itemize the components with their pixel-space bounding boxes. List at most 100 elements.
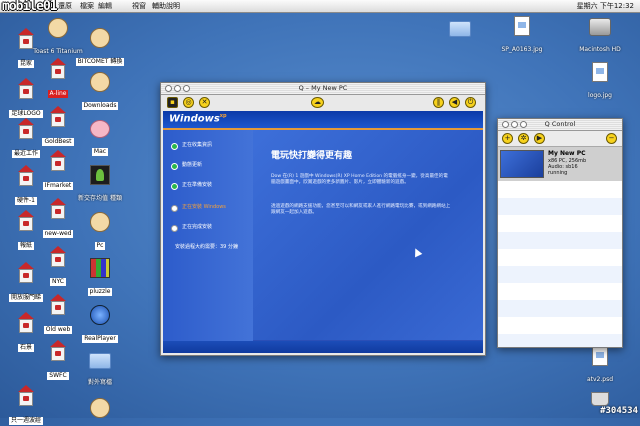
desktop-icon[interactable] bbox=[68, 398, 132, 418]
desktop-icon-label: 新交存均值 種類 bbox=[78, 195, 122, 202]
desktop-icon-label: 只一週波經 bbox=[8, 417, 43, 425]
desktop-icon[interactable]: RealPlayer bbox=[68, 305, 132, 344]
milk-carton-icon bbox=[49, 150, 67, 172]
puzzle-icon bbox=[90, 258, 110, 278]
xp-setup-header: Windowsxp bbox=[163, 111, 483, 130]
window-titlebar[interactable]: Q Control bbox=[498, 119, 622, 131]
setup-info-panel: 電玩快打變得更有趣 Dow 在(R) 1 遊戲中 Windows(R) XP H… bbox=[253, 130, 483, 340]
desktop-icon[interactable]: BITCOMET 轉換 bbox=[68, 28, 132, 67]
desktop-icon-label: Pc bbox=[94, 242, 106, 250]
desktop-icon-label: BITCOMET 轉換 bbox=[75, 58, 125, 66]
time-remaining: 安裝過程大約需要：39 分鐘 bbox=[175, 244, 238, 250]
desktop-icon[interactable] bbox=[428, 18, 492, 37]
milk-carton-icon bbox=[49, 198, 67, 220]
window-title: Q – My New PC bbox=[298, 84, 348, 92]
desktop-icon-label: 對外寫檔 bbox=[87, 379, 112, 386]
desktop-icon[interactable]: Macintosh HD bbox=[568, 16, 632, 55]
hard-drive-icon bbox=[589, 18, 611, 36]
menu-help[interactable]: 輔助說明 bbox=[152, 0, 180, 12]
vm-list-item[interactable]: My New PC x86 PC, 256mb Audio: sb16 runn… bbox=[498, 147, 622, 181]
gear-icon[interactable]: ✲ bbox=[518, 133, 529, 144]
pause-icon[interactable]: ‖ bbox=[433, 97, 444, 108]
vm-list-empty bbox=[498, 181, 622, 347]
desktop-icon-label: A-line bbox=[47, 90, 69, 98]
setup-paragraph: Dow 在(R) 1 遊戲中 Windows(R) XP Home Editio… bbox=[271, 174, 448, 185]
plant-icon bbox=[90, 165, 110, 185]
desktop-icon[interactable]: 對外寫檔 bbox=[68, 350, 132, 388]
milk-carton-icon bbox=[49, 246, 67, 268]
vm-thumbnail bbox=[500, 150, 544, 178]
desktop-icon[interactable]: Pc bbox=[68, 212, 132, 251]
control-toolbar: + ✲ ▶ − bbox=[498, 131, 622, 147]
window-titlebar[interactable]: Q – My New PC bbox=[161, 83, 485, 95]
remove-icon[interactable]: − bbox=[606, 133, 617, 144]
menu-restore[interactable]: 還原 bbox=[58, 0, 72, 12]
window-toolbar: ▪ ◎ ✕ ☁ ‖ ◀ ⏻ bbox=[161, 95, 485, 110]
mouse-cursor-icon bbox=[411, 246, 423, 258]
cat-icon bbox=[90, 212, 110, 232]
folder-icon bbox=[449, 21, 471, 37]
trash-icon bbox=[591, 392, 609, 406]
cup-icon bbox=[90, 398, 110, 418]
milk-carton-icon bbox=[17, 385, 35, 407]
check-icon bbox=[171, 163, 178, 170]
image-file-icon bbox=[592, 62, 608, 82]
network-icon[interactable]: ☁ bbox=[311, 97, 324, 108]
floppy-icon[interactable]: ▪ bbox=[167, 97, 178, 108]
progress-dots bbox=[429, 344, 459, 353]
desktop-icon[interactable]: Downloads bbox=[68, 72, 132, 111]
desktop-icon[interactable]: Mac bbox=[68, 120, 132, 157]
watermark: #304534 bbox=[600, 406, 638, 416]
bitcomet-icon bbox=[90, 28, 110, 48]
q-control-window: Q Control + ✲ ▶ − My New PC x86 PC, 256m… bbox=[497, 118, 623, 348]
check-icon bbox=[171, 143, 178, 150]
desktop-icon-label: Macintosh HD bbox=[579, 46, 621, 53]
vm-status: running bbox=[548, 170, 568, 176]
menu-edit[interactable]: 編輯 bbox=[98, 0, 112, 12]
cdrom-icon[interactable]: ◎ bbox=[183, 97, 194, 108]
setup-headline: 電玩快打變得更有趣 bbox=[271, 151, 353, 161]
desktop-icon[interactable]: SP_A0163.jpg bbox=[490, 16, 554, 55]
desktop-icon[interactable] bbox=[568, 388, 632, 406]
check-icon bbox=[171, 183, 178, 190]
add-icon[interactable]: + bbox=[502, 133, 513, 144]
play-icon[interactable]: ▶ bbox=[534, 133, 545, 144]
menubar: mobile01 還原 檔案 編輯 視窗 輔助說明 星期六 下午12:32 bbox=[0, 0, 640, 14]
milk-carton-icon bbox=[49, 294, 67, 316]
desktop-icon-label: SP_A0163.jpg bbox=[501, 46, 543, 53]
desktop-icon-label: SWFC bbox=[47, 372, 69, 380]
desktop-icon-label: Downloads bbox=[81, 102, 119, 110]
stop-icon[interactable]: ◀ bbox=[449, 97, 460, 108]
image-file-icon bbox=[514, 16, 530, 36]
tools-icon[interactable]: ✕ bbox=[199, 97, 210, 108]
menubar-clock[interactable]: 星期六 下午12:32 bbox=[577, 0, 634, 12]
menu-file[interactable]: 檔案 bbox=[80, 0, 94, 12]
setup-paragraph: 透過遊戲的網路支援功能，您甚至可以和網友或家人進行網路電玩比賽，或到網路網站上跟… bbox=[271, 204, 451, 215]
downloads-icon bbox=[90, 72, 110, 92]
pig-icon bbox=[90, 120, 110, 138]
desktop-icon[interactable]: 新交存均值 種類 bbox=[68, 165, 132, 204]
desktop-icon[interactable]: atv2.psd bbox=[568, 346, 632, 385]
folder-icon bbox=[89, 353, 111, 369]
desktop-icon-label: NYC bbox=[49, 278, 66, 286]
desktop-icon-label: RealPlayer bbox=[82, 335, 118, 343]
realplayer-icon bbox=[90, 305, 110, 325]
desktop-icon[interactable]: 只一週波經 bbox=[0, 385, 58, 426]
desktop-icon-label: atv2.psd bbox=[586, 376, 614, 383]
menu-window[interactable]: 視窗 bbox=[132, 0, 146, 12]
window-title: Q Control bbox=[544, 120, 576, 128]
desktop-icon-label: Mac bbox=[91, 148, 109, 156]
setup-steps-panel: 正在收集資訊 動態更新 正在準備安裝 正在安裝 Windows 正在完成安裝 安… bbox=[163, 130, 253, 353]
pending-dot-icon bbox=[171, 205, 178, 212]
desktop-icon[interactable]: logo.jpg bbox=[568, 62, 632, 101]
toast-app-icon bbox=[48, 18, 68, 38]
desktop-icon[interactable]: pluzzle bbox=[68, 258, 132, 297]
psd-file-icon bbox=[592, 346, 608, 366]
guest-screen[interactable]: Windowsxp 正在收集資訊 動態更新 正在準備安裝 正在安裝 Window… bbox=[163, 111, 483, 353]
power-icon[interactable]: ⏻ bbox=[465, 97, 476, 108]
site-logo: mobile01 bbox=[2, 0, 58, 14]
vm-name: My New PC bbox=[548, 150, 586, 157]
desktop-icon-label: pluzzle bbox=[87, 288, 113, 296]
desktop-icon-label: logo.jpg bbox=[588, 92, 612, 99]
pending-dot-icon bbox=[171, 225, 178, 232]
